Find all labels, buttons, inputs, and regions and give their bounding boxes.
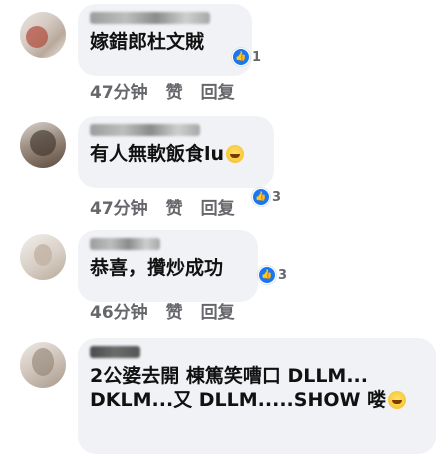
avatar-blob [32, 348, 54, 376]
reply-button[interactable]: 回复 [201, 194, 235, 219]
comment-bubble: 嫁錯郎杜文賊 [78, 4, 252, 76]
comment-text: 有人無軟飯食lu [90, 142, 262, 166]
comment-text-line: DKLM...又 DLLM.....SHOW 喽 [90, 388, 424, 412]
commenter-name[interactable] [90, 238, 160, 250]
like-button[interactable]: 赞 [166, 78, 183, 103]
avatar-blob [34, 244, 52, 266]
reply-button[interactable]: 回复 [201, 78, 235, 103]
comment-time: 47分钟 [90, 83, 148, 103]
avatar-blob [30, 130, 56, 156]
avatar-blob [26, 26, 48, 48]
avatar[interactable] [20, 12, 66, 58]
comment-text-content: 有人無軟飯食lu [90, 143, 225, 165]
like-button[interactable]: 赞 [166, 298, 183, 323]
comment-actions: 46分钟 赞 回复 [90, 298, 235, 323]
comment-bubble: 恭喜，攢炒成功 [78, 230, 258, 302]
commenter-name[interactable] [90, 346, 140, 358]
comment-actions: 47分钟 赞 回复 [90, 194, 235, 219]
comment-text-line: 2公婆去開 棟篤笑嘈口 DLLM... [90, 365, 368, 387]
comment-time: 47分钟 [90, 199, 148, 219]
reaction-badge[interactable]: 👍 3 [258, 266, 287, 284]
avatar[interactable] [20, 234, 66, 280]
reaction-count: 1 [252, 49, 262, 65]
comment-text-content: DKLM...又 DLLM.....SHOW 喽 [90, 389, 387, 411]
laughing-emoji-icon [388, 391, 407, 409]
comment-bubble: 2公婆去開 棟篤笑嘈口 DLLM... DKLM...又 DLLM.....SH… [78, 338, 436, 454]
commenter-name[interactable] [90, 12, 210, 24]
comment-text: 恭喜，攢炒成功 [90, 257, 224, 279]
reaction-count: 3 [272, 189, 282, 205]
comment-actions: 47分钟 赞 回复 [90, 78, 235, 103]
avatar[interactable] [20, 342, 66, 388]
reaction-badge[interactable]: 👍 1 [232, 48, 261, 66]
avatar[interactable] [20, 122, 66, 168]
like-icon: 👍 [258, 266, 276, 284]
commenter-name[interactable] [90, 124, 200, 136]
laughing-emoji-icon [226, 145, 245, 163]
reaction-badge[interactable]: 👍 3 [252, 188, 281, 206]
like-icon: 👍 [252, 188, 270, 206]
comment-time: 46分钟 [90, 303, 148, 323]
like-icon: 👍 [232, 48, 250, 66]
like-button[interactable]: 赞 [166, 194, 183, 219]
comment-text: 嫁錯郎杜文賊 [90, 31, 205, 53]
comment-bubble: 有人無軟飯食lu [78, 116, 274, 188]
reaction-count: 3 [278, 267, 288, 283]
reply-button[interactable]: 回复 [201, 298, 235, 323]
